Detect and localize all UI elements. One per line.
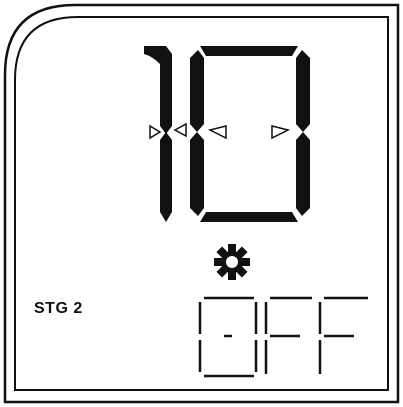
gear-icon <box>214 244 250 280</box>
secondary-letter-o <box>198 296 258 378</box>
main-digit-0 <box>149 46 310 222</box>
secondary-letter-f-1 <box>264 296 312 374</box>
stage-label: STG 2 <box>34 300 83 317</box>
secondary-letter-f-2 <box>318 296 368 374</box>
lcd-display <box>3 3 400 404</box>
